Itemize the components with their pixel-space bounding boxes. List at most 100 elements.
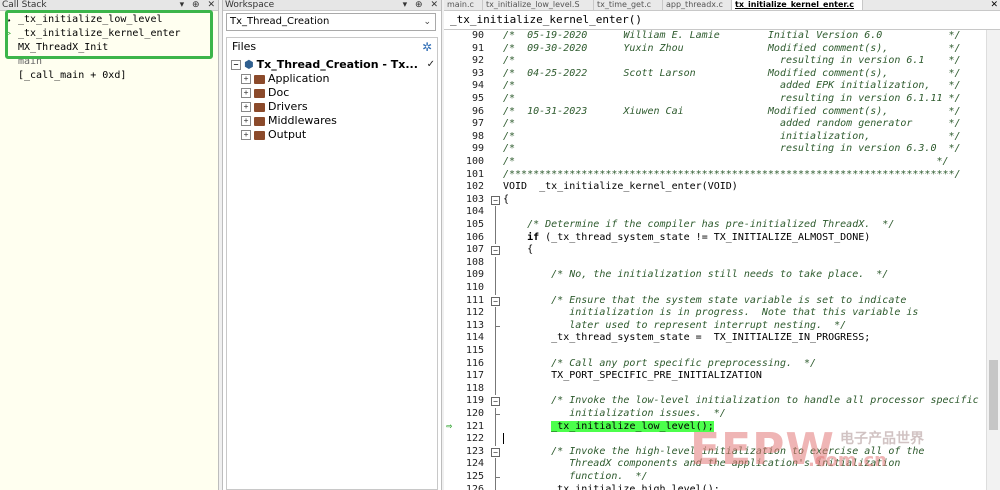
pane-menu-icon[interactable]: ▾ — [180, 0, 185, 10]
code-line[interactable]: 120 initialization issues. */ — [444, 408, 986, 421]
editor-pane: main.c tx_initialize_low_level.S tx_time… — [444, 0, 1000, 490]
code-line[interactable]: 110 — [444, 282, 986, 295]
fold-toggle-icon[interactable]: − — [491, 397, 500, 407]
code-text: /* added random generator */ — [503, 118, 961, 130]
line-number: 100 — [465, 156, 484, 167]
code-line[interactable]: 101 /************************************… — [444, 169, 986, 182]
code-line[interactable]: 102 VOID _tx_initialize_kernel_enter(VOID… — [444, 181, 986, 194]
close-icon[interactable]: ✕ — [430, 0, 438, 10]
close-icon[interactable]: ✕ — [207, 0, 215, 10]
line-number: 124 — [465, 458, 484, 470]
code-line[interactable]: 119− /* Invoke the low-level initializat… — [444, 395, 986, 408]
tab-tx-initialize-low-level[interactable]: tx_initialize_low_level.S — [483, 0, 594, 10]
expand-icon[interactable]: + — [241, 74, 251, 84]
collapse-icon[interactable]: − — [231, 60, 241, 70]
code-line[interactable]: 90 /* 05-19-2020 William E. Lamie Initial… — [444, 30, 986, 43]
line-number: 108 — [465, 256, 484, 268]
code-line[interactable]: 118 — [444, 382, 986, 396]
stack-frame[interactable]: [_call_main + 0xd] — [18, 69, 126, 83]
configuration-select[interactable]: Tx_Thread_Creation ⌄ — [226, 13, 436, 31]
code-line[interactable]: 116 /* Call any port specific preprocess… — [444, 357, 986, 371]
code-line[interactable]: 98 /* initialization, */ — [444, 131, 986, 144]
line-number: 113 — [465, 319, 484, 331]
code-line[interactable]: 114 _tx_thread_system_state = TX_INITIAL… — [444, 332, 986, 345]
code-line[interactable]: 94 /* added EPK initialization, */ — [444, 80, 986, 93]
code-line[interactable]: 106 if (_tx_thread_system_state != TX_IN… — [444, 231, 986, 245]
code-line[interactable]: 96 /* 10-31-2023 Xiuwen Cai Modified comm… — [444, 106, 986, 119]
folder-label: Drivers — [268, 100, 308, 113]
tree-folder-drivers[interactable]: + Drivers — [241, 100, 308, 114]
scrollbar-thumb[interactable] — [989, 360, 998, 430]
close-tab-icon[interactable]: ✕ — [990, 0, 998, 10]
tab-tx-time-get[interactable]: tx_time_get.c — [594, 0, 663, 10]
code-line[interactable]: 113 later used to represent interrupt ne… — [444, 319, 986, 333]
code-line[interactable]: 100 /* */ — [444, 156, 986, 169]
code-line[interactable]: 111− /* Ensure that the system state var… — [444, 295, 986, 308]
code-line[interactable]: 115 — [444, 345, 986, 358]
code-line[interactable]: 108 — [444, 256, 986, 270]
code-text: /* 04-25-2022 Scott Larson Modified comm… — [503, 67, 961, 79]
tab-tx-initialize-kernel-enter[interactable]: tx_initialize_kernel_enter.c — [732, 0, 863, 10]
tree-folder-application[interactable]: + Application — [241, 72, 329, 86]
line-number: 122 — [465, 433, 484, 445]
tree-project-node[interactable]: − ⬢ Tx_Thread_Creation - Tx... ✓ — [231, 58, 437, 72]
code-text: /* Ensure that the system state variable… — [503, 294, 907, 306]
expand-icon[interactable]: + — [241, 102, 251, 112]
workspace-pane: Workspace ▾ ⊕ ✕ Tx_Thread_Creation ⌄ Fil… — [222, 0, 442, 490]
pin-icon[interactable]: ⊕ — [415, 0, 423, 10]
code-line[interactable]: 103−{ — [444, 194, 986, 207]
vertical-scrollbar[interactable] — [986, 30, 1000, 490]
fold-guide-line — [495, 357, 496, 371]
fold-guide-line — [495, 483, 496, 490]
code-line[interactable]: 126 _tx_initialize_high_level(); — [444, 483, 986, 490]
tree-folder-doc[interactable]: + Doc — [241, 86, 289, 100]
expand-icon[interactable]: + — [241, 130, 251, 140]
fold-toggle-icon[interactable]: − — [491, 447, 500, 457]
code-text: /* Determine if the compiler has pre-ini… — [503, 219, 895, 230]
expand-icon[interactable]: + — [241, 88, 251, 98]
fold-toggle-icon[interactable]: − — [491, 195, 500, 205]
code-line[interactable]: 109 /* No, the initialization still need… — [444, 269, 986, 282]
folder-icon — [254, 116, 265, 126]
code-text: /***************************************… — [503, 168, 961, 180]
code-line[interactable]: 105 /* Determine if the compiler has pre… — [444, 219, 986, 232]
workspace-title: Workspace — [225, 0, 275, 10]
project-icon: ⬢ — [244, 58, 254, 71]
code-line[interactable]: 107− { — [444, 244, 986, 257]
tree-folder-output[interactable]: + Output — [241, 128, 306, 142]
code-text: /* resulting in version 6.1.11 */ — [503, 93, 961, 104]
pin-icon[interactable]: ⊕ — [192, 0, 200, 10]
code-line[interactable]: 92 /* resulting in version 6.1 */ — [444, 55, 986, 68]
folder-label: Doc — [268, 86, 290, 99]
fold-toggle-icon[interactable]: − — [491, 246, 500, 256]
tree-folder-middlewares[interactable]: + Middlewares — [241, 114, 337, 128]
call-stack-title: Call Stack — [2, 0, 47, 10]
tab-main-c[interactable]: main.c — [444, 0, 483, 10]
fold-guide-line — [495, 458, 496, 471]
line-number: 94 — [471, 80, 484, 92]
pane-menu-icon[interactable]: ▾ — [403, 0, 408, 10]
watermark-chinese: 电子产品世界 — [840, 431, 924, 447]
code-line[interactable]: 112 initialization is in progress. Note … — [444, 307, 986, 320]
fold-guide-line — [495, 256, 496, 270]
line-number: 93 — [471, 67, 484, 79]
fold-toggle-icon[interactable]: − — [491, 296, 500, 306]
tab-app-threadx[interactable]: app_threadx.c — [663, 0, 732, 10]
code-line[interactable]: 93 /* 04-25-2022 Scott Larson Modified co… — [444, 68, 986, 81]
code-line[interactable]: 95 /* resulting in version 6.1.11 */ — [444, 93, 986, 106]
line-number: 111 — [465, 294, 484, 306]
gear-icon[interactable]: ✲ — [422, 38, 432, 56]
line-number: 91 — [471, 42, 484, 54]
expand-icon[interactable]: + — [241, 116, 251, 126]
line-number: 102 — [465, 181, 484, 193]
code-line[interactable]: 99 /* resulting in version 6.3.0 */ — [444, 143, 986, 156]
code-line[interactable]: 104 — [444, 206, 986, 219]
code-line[interactable]: 117 TX_PORT_SPECIFIC_PRE_INITIALIZATION — [444, 370, 986, 383]
code-line[interactable]: 97 /* added random generator */ — [444, 118, 986, 131]
line-number: 107 — [465, 244, 484, 256]
function-navigator[interactable]: _tx_initialize_kernel_enter() — [444, 11, 1000, 30]
line-number: 110 — [465, 282, 484, 293]
code-line[interactable]: 91 /* 09-30-2020 Yuxin Zhou Modified comm… — [444, 43, 986, 56]
chevron-down-icon[interactable]: ⌄ — [423, 14, 431, 30]
code-editor[interactable]: 90 /* 05-19-2020 William E. Lamie Initial… — [444, 30, 986, 490]
